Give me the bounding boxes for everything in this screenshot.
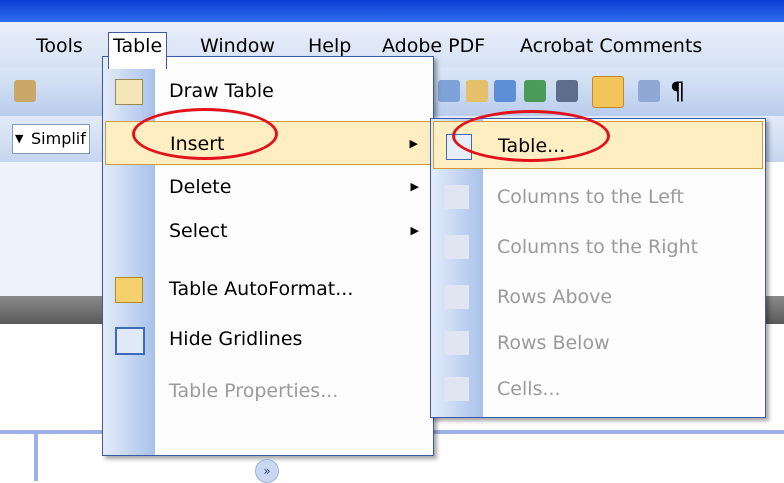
pencil-icon: [115, 79, 143, 105]
menu-item-label: Table Properties...: [169, 380, 339, 402]
submenu-item-columns-right[interactable]: Columns to the Right: [433, 223, 763, 271]
submenu-item-label: Columns to the Right: [497, 236, 699, 258]
annotation-oval-table: [452, 110, 610, 162]
submenu-item-label: Columns to the Left: [497, 186, 684, 208]
menu-item-hide-gridlines[interactable]: Hide Gridlines: [105, 317, 431, 361]
excel-sheet-icon[interactable]: [524, 80, 546, 102]
submenu-item-rows-above[interactable]: Rows Above: [433, 273, 763, 321]
submenu-arrow-icon: ▶: [410, 224, 419, 237]
insert-excel-icon[interactable]: [494, 80, 516, 102]
rows-below-icon: [445, 331, 469, 355]
annotation-oval-insert: [132, 108, 278, 160]
rows-above-icon: [445, 285, 469, 309]
menu-acrobat-comments[interactable]: Acrobat Comments: [516, 33, 706, 59]
autoformat-icon: [115, 277, 143, 303]
submenu-item-cells[interactable]: Cells...: [433, 365, 763, 413]
table-border-left: [34, 430, 38, 481]
submenu-item-columns-left[interactable]: Columns to the Left: [433, 173, 763, 221]
expand-menu-button[interactable]: »: [255, 459, 279, 483]
menu-item-draw-table[interactable]: Draw Table: [105, 69, 431, 113]
submenu-arrow-icon: ▶: [410, 180, 419, 193]
style-select[interactable]: ▼ Simplif: [12, 124, 90, 154]
insert-submenu: Table... Columns to the Left Columns to …: [430, 118, 766, 418]
menu-item-select[interactable]: Select ▶: [105, 209, 431, 253]
submenu-item-label: Rows Above: [497, 286, 613, 308]
ruler-margin: [0, 162, 110, 302]
menu-item-label: Table AutoFormat...: [169, 278, 354, 300]
show-hide-icon[interactable]: ¶: [670, 78, 685, 104]
menu-item-delete[interactable]: Delete ▶: [105, 165, 431, 209]
submenu-arrow-icon: ▶: [409, 137, 418, 150]
insert-table-toolbar-icon[interactable]: [466, 80, 488, 102]
columns-icon[interactable]: [556, 80, 578, 102]
submenu-item-label: Rows Below: [497, 332, 610, 354]
cells-icon: [445, 377, 469, 401]
style-value: Simplif: [31, 129, 86, 148]
menu-item-label: Hide Gridlines: [169, 328, 303, 350]
title-bar-strip: [0, 0, 784, 22]
menu-item-label: Draw Table: [169, 80, 274, 102]
drawing-icon[interactable]: [592, 76, 624, 108]
columns-right-icon: [445, 235, 469, 259]
submenu-item-rows-below[interactable]: Rows Below: [433, 319, 763, 367]
gridlines-icon: [115, 327, 145, 355]
menu-item-table-properties[interactable]: Table Properties...: [105, 369, 431, 413]
research-icon[interactable]: [14, 80, 36, 102]
menu-item-label: Select: [169, 220, 228, 242]
menu-item-label: Delete: [169, 176, 232, 198]
document-map-icon[interactable]: [638, 80, 660, 102]
menu-item-table-autoformat[interactable]: Table AutoFormat...: [105, 267, 431, 311]
tables-borders-icon[interactable]: [438, 80, 460, 102]
menu-tools[interactable]: Tools: [32, 33, 87, 59]
menu-table[interactable]: Table: [108, 32, 168, 69]
submenu-item-label: Cells...: [497, 378, 561, 400]
columns-left-icon: [445, 185, 469, 209]
dropdown-arrow-icon: ▼: [15, 132, 24, 145]
